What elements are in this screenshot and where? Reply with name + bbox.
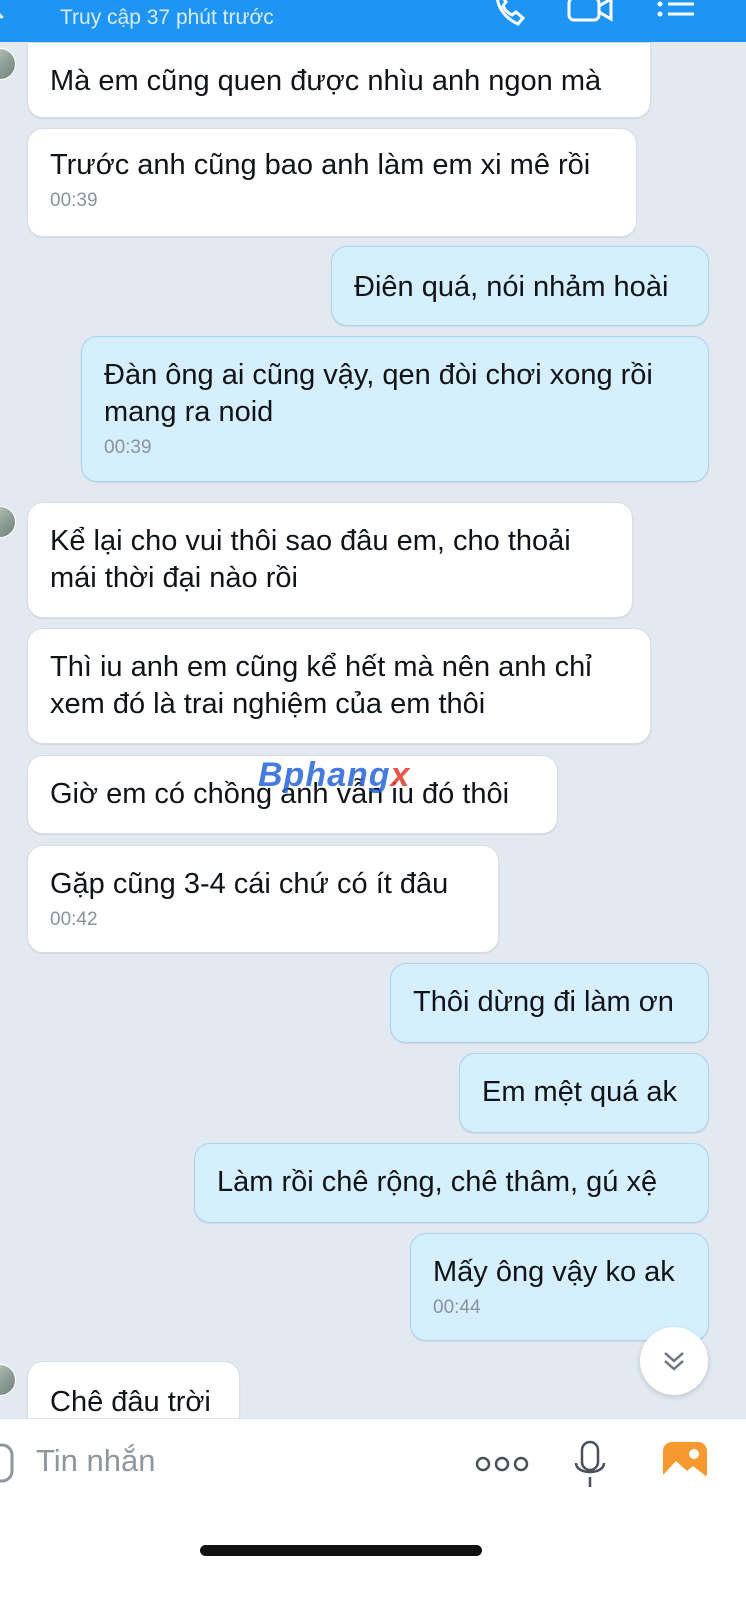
message-text: Trước anh cũng bao anh làm em xi mê rồi (50, 149, 591, 181)
message-text: Đàn ông ai cũng vậy, qen đòi chơi xong r… (104, 359, 653, 428)
sent-message[interactable]: Thôi dừng đi làm ơn (390, 963, 709, 1043)
message-time: 00:44 (433, 1297, 481, 1318)
received-message[interactable]: Gặp cũng 3-4 cái chứ có ít đâu 00:42 (27, 845, 499, 953)
microphone-icon[interactable] (570, 1439, 610, 1491)
message-text: Làm rồi chê rộng, chê thâm, gú xệ (217, 1166, 658, 1198)
received-message[interactable]: Trước anh cũng bao anh làm em xi mê rồi … (27, 128, 637, 237)
sent-message[interactable]: Điên quá, nói nhảm hoài (331, 246, 709, 326)
received-message[interactable]: Kể lại cho vui thôi sao đâu em, cho thoả… (27, 502, 633, 618)
avatar[interactable] (0, 506, 16, 538)
chevron-double-down-icon (664, 1352, 684, 1371)
received-message[interactable]: Mà em cũng quen được nhìu anh ngon mà (27, 42, 651, 118)
message-text: Điên quá, nói nhảm hoài (354, 271, 669, 303)
avatar[interactable] (0, 48, 16, 80)
back-icon[interactable] (0, 0, 15, 19)
message-text: Mà em cũng quen được nhìu anh ngon mà (50, 65, 602, 97)
last-seen-status: Truy cập 37 phút trước (60, 6, 274, 29)
sent-message[interactable]: Mấy ông vậy ko ak 00:44 (410, 1233, 709, 1341)
message-text: Thôi dừng đi làm ơn (413, 986, 674, 1018)
message-input[interactable]: Tin nhắn (36, 1443, 156, 1479)
message-text: Thì iu anh em cũng kể hết mà nên anh chỉ… (50, 651, 592, 720)
sticker-icon[interactable] (0, 1441, 16, 1485)
message-text: Kể lại cho vui thôi sao đâu em, cho thoả… (50, 525, 571, 594)
menu-icon[interactable] (656, 0, 696, 30)
image-icon[interactable] (662, 1441, 708, 1483)
scroll-down-button[interactable] (640, 1327, 708, 1395)
phone-icon[interactable] (490, 0, 530, 30)
video-icon[interactable] (566, 0, 616, 30)
message-time: 00:42 (50, 909, 98, 930)
home-indicator (200, 1545, 482, 1556)
received-message[interactable]: Thì iu anh em cũng kể hết mà nên anh chỉ… (27, 628, 651, 744)
message-text: Chê đâu trời (50, 1386, 211, 1418)
watermark-logo: Bphangx (258, 756, 411, 794)
sent-message[interactable]: Em mệt quá ak (459, 1053, 709, 1133)
message-text: Mấy ông vậy ko ak (433, 1256, 675, 1288)
sent-message[interactable]: Làm rồi chê rộng, chê thâm, gú xệ (194, 1143, 709, 1223)
more-icon[interactable] (474, 1453, 530, 1475)
avatar[interactable] (0, 1364, 16, 1396)
chat-header: Truy cập 37 phút trước (0, 0, 746, 42)
sent-message[interactable]: Đàn ông ai cũng vậy, qen đòi chơi xong r… (81, 336, 709, 482)
message-input-bar: Tin nhắn (0, 1418, 746, 1601)
message-text: Em mệt quá ak (482, 1076, 678, 1108)
message-time: 00:39 (50, 190, 98, 211)
message-time: 00:39 (104, 437, 152, 458)
message-text: Gặp cũng 3-4 cái chứ có ít đâu (50, 868, 449, 900)
